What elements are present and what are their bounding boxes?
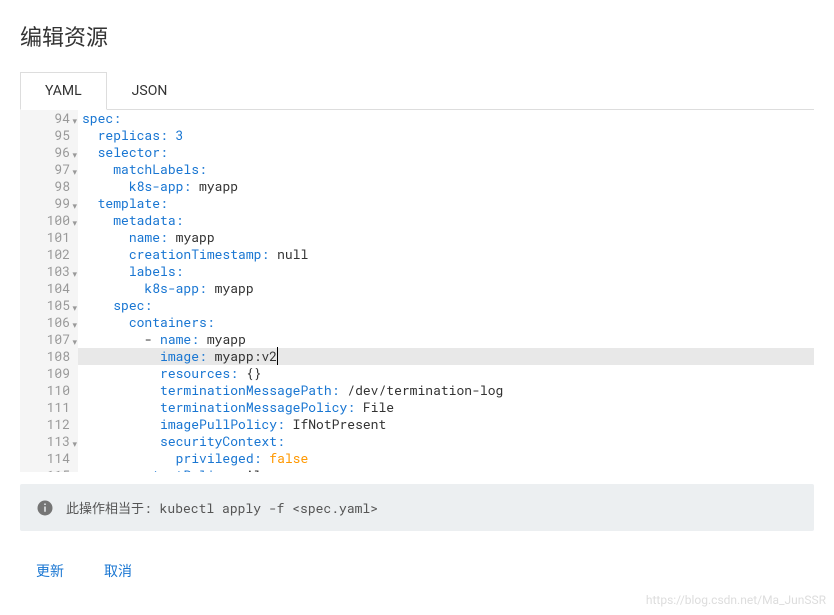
editor-line[interactable]: 110 terminationMessagePath: /dev/termina… — [20, 382, 814, 399]
cancel-button[interactable]: 取消 — [104, 555, 132, 587]
line-number: 94▾ — [20, 110, 78, 127]
tab-yaml[interactable]: YAML — [20, 72, 107, 110]
line-number: 111 — [20, 399, 78, 416]
line-number: 104 — [20, 280, 78, 297]
code-content[interactable]: creationTimestamp: null — [78, 246, 814, 263]
editor-line[interactable]: 111 terminationMessagePolicy: File — [20, 399, 814, 416]
code-content[interactable]: terminationMessagePolicy: File — [78, 399, 814, 416]
line-number: 106▾ — [20, 314, 78, 331]
info-text: 此操作相当于: kubectl apply -f <spec.yaml> — [66, 498, 378, 517]
code-content[interactable]: matchLabels: — [78, 161, 814, 178]
editor-line[interactable]: 97▾ matchLabels: — [20, 161, 814, 178]
code-content[interactable]: spec: — [78, 110, 814, 127]
code-content[interactable]: privileged: false — [78, 450, 814, 467]
line-number: 97▾ — [20, 161, 78, 178]
editor-line[interactable]: 105▾ spec: — [20, 297, 814, 314]
code-content[interactable]: replicas: 3 — [78, 127, 814, 144]
editor-line[interactable]: 94▾spec: — [20, 110, 814, 127]
action-buttons: 更新 取消 — [20, 531, 814, 595]
code-content[interactable]: resources: {} — [78, 365, 814, 382]
line-number: 112 — [20, 416, 78, 433]
editor-line[interactable]: 112 imagePullPolicy: IfNotPresent — [20, 416, 814, 433]
code-content[interactable]: k8s-app: myapp — [78, 280, 814, 297]
code-content[interactable]: metadata: — [78, 212, 814, 229]
code-content[interactable]: selector: — [78, 144, 814, 161]
editor-line[interactable]: 100▾ metadata: — [20, 212, 814, 229]
editor-line[interactable]: 106▾ containers: — [20, 314, 814, 331]
line-number: 107▾ — [20, 331, 78, 348]
code-content[interactable]: restartPolicy: Always — [78, 467, 814, 472]
code-content[interactable]: terminationMessagePath: /dev/termination… — [78, 382, 814, 399]
code-content[interactable]: - name: myapp — [78, 331, 814, 348]
code-content[interactable]: imagePullPolicy: IfNotPresent — [78, 416, 814, 433]
editor-line[interactable]: 109 resources: {} — [20, 365, 814, 382]
code-content[interactable]: containers: — [78, 314, 814, 331]
line-number: 110 — [20, 382, 78, 399]
code-content[interactable]: spec: — [78, 297, 814, 314]
line-number: 100▾ — [20, 212, 78, 229]
editor-line[interactable]: 102 creationTimestamp: null — [20, 246, 814, 263]
tab-json[interactable]: JSON — [107, 72, 193, 109]
line-number: 109 — [20, 365, 78, 382]
watermark: https://blog.csdn.net/Ma_JunSSR — [646, 593, 826, 607]
line-number: 115 — [20, 467, 78, 472]
line-number: 103▾ — [20, 263, 78, 280]
editor-line[interactable]: 107▾ - name: myapp — [20, 331, 814, 348]
line-number: 96▾ — [20, 144, 78, 161]
code-content[interactable]: labels: — [78, 263, 814, 280]
editor-line[interactable]: 108 image: myapp:v2 — [20, 348, 814, 365]
editor-line[interactable]: 104 k8s-app: myapp — [20, 280, 814, 297]
yaml-editor[interactable]: 94▾spec:95 replicas: 396▾ selector:97▾ m… — [20, 110, 814, 472]
editor-line[interactable]: 115 restartPolicy: Always — [20, 467, 814, 472]
line-number: 114 — [20, 450, 78, 467]
line-number: 99▾ — [20, 195, 78, 212]
code-content[interactable]: securityContext: — [78, 433, 814, 450]
code-content[interactable]: k8s-app: myapp — [78, 178, 814, 195]
update-button[interactable]: 更新 — [36, 555, 64, 587]
info-icon — [36, 499, 54, 517]
line-number: 113▾ — [20, 433, 78, 450]
editor-line[interactable]: 114 privileged: false — [20, 450, 814, 467]
line-number: 108 — [20, 348, 78, 365]
info-bar: 此操作相当于: kubectl apply -f <spec.yaml> — [20, 484, 814, 531]
page-title: 编辑资源 — [20, 20, 814, 52]
line-number: 102 — [20, 246, 78, 263]
editor-line[interactable]: 98 k8s-app: myapp — [20, 178, 814, 195]
editor-line[interactable]: 96▾ selector: — [20, 144, 814, 161]
line-number: 98 — [20, 178, 78, 195]
code-content[interactable]: template: — [78, 195, 814, 212]
editor-line[interactable]: 101 name: myapp — [20, 229, 814, 246]
code-content[interactable]: image: myapp:v2 — [78, 348, 814, 365]
editor-line[interactable]: 103▾ labels: — [20, 263, 814, 280]
editor-line[interactable]: 113▾ securityContext: — [20, 433, 814, 450]
line-number: 105▾ — [20, 297, 78, 314]
code-content[interactable]: name: myapp — [78, 229, 814, 246]
editor-line[interactable]: 99▾ template: — [20, 195, 814, 212]
line-number: 95 — [20, 127, 78, 144]
format-tabs: YAML JSON — [20, 72, 814, 110]
line-number: 101 — [20, 229, 78, 246]
editor-line[interactable]: 95 replicas: 3 — [20, 127, 814, 144]
